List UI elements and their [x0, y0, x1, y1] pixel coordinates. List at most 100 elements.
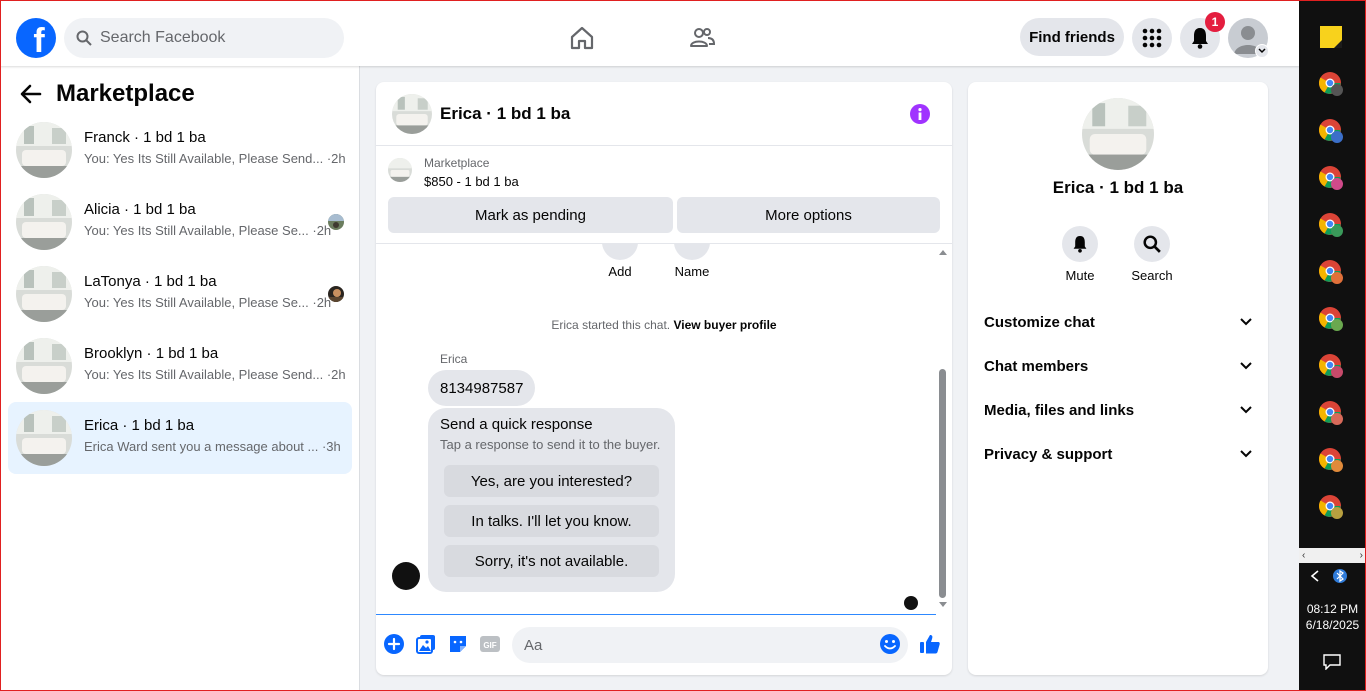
chat-members-row[interactable]: Chat members	[984, 348, 1252, 384]
chrome-profile-icon[interactable]	[1318, 165, 1344, 191]
listing-thumbnail	[16, 410, 72, 466]
gif-icon[interactable]: GIF	[479, 633, 501, 655]
listing-banner: Marketplace $850 - 1 bd 1 ba Mark as pen…	[376, 146, 952, 244]
sticker-icon[interactable]	[447, 633, 469, 655]
privacy-support-row[interactable]: Privacy & support	[984, 436, 1252, 472]
listing-price[interactable]: $850 - 1 bd 1 ba	[424, 174, 519, 189]
conversation-item-active[interactable]: Erica · 1 bd 1 ba Erica Ward sent you a …	[8, 402, 352, 474]
sticky-notes-icon[interactable]	[1318, 24, 1344, 50]
chevron-down-icon	[1258, 48, 1266, 54]
view-buyer-profile-link[interactable]: View buyer profile	[673, 318, 776, 332]
conversation-preview: Erica Ward sent you a message about ... …	[84, 439, 341, 454]
media-files-links-row[interactable]: Media, files and links	[984, 392, 1252, 428]
add-util[interactable]: Add	[602, 244, 638, 279]
taskbar-scroller[interactable]: ‹ ›	[1299, 548, 1366, 563]
scroll-left-icon[interactable]: ‹	[1302, 550, 1305, 561]
photo-icon[interactable]	[415, 633, 437, 655]
menu-button[interactable]	[1132, 18, 1172, 58]
chat-thumbnail[interactable]	[392, 94, 432, 134]
chrome-profile-icon[interactable]	[1318, 400, 1344, 426]
listing-thumbnail	[16, 266, 72, 322]
quick-response-title: Send a quick response	[440, 416, 593, 433]
conversation-name: Franck · 1 bd 1 ba	[84, 129, 206, 146]
search-input[interactable]	[100, 29, 320, 47]
chrome-profile-icon[interactable]	[1318, 259, 1344, 285]
chrome-profile-icon[interactable]	[1318, 118, 1344, 144]
thumbs-up-icon[interactable]	[919, 633, 941, 655]
top-navigation-bar: f Find friends 1	[0, 0, 1299, 66]
scroll-down-icon[interactable]	[938, 601, 948, 609]
back-arrow-icon[interactable]	[20, 84, 42, 104]
search-action[interactable]: Search	[1122, 226, 1182, 283]
listing-thumbnail	[16, 338, 72, 394]
conversation-item[interactable]: LaTonya · 1 bd 1 ba You: Yes Its Still A…	[8, 262, 352, 326]
quick-response-button[interactable]: Yes, are you interested?	[444, 465, 659, 497]
conversation-preview: You: Yes Its Still Available, Please Sen…	[84, 151, 346, 166]
sender-avatar[interactable]	[392, 562, 420, 590]
notification-center-icon[interactable]	[1323, 654, 1341, 670]
chrome-profile-icon[interactable]	[1318, 71, 1344, 97]
add-icon	[602, 244, 638, 260]
conversation-preview: You: Yes Its Still Available, Please Se.…	[84, 295, 332, 310]
scroll-thumb[interactable]	[939, 369, 946, 598]
message-bubble[interactable]: 8134987587	[428, 370, 536, 406]
account-caret[interactable]	[1255, 44, 1269, 58]
plus-circle-icon[interactable]	[383, 633, 405, 655]
chat-started-text: Erica started this chat.	[551, 318, 671, 332]
info-icon[interactable]	[910, 104, 930, 124]
quick-response-card: Send a quick response Tap a response to …	[428, 408, 675, 592]
bluetooth-icon[interactable]	[1333, 568, 1347, 584]
mute-action[interactable]: Mute	[1050, 226, 1110, 283]
find-friends-button[interactable]: Find friends	[1020, 18, 1124, 56]
more-options-button[interactable]: More options	[677, 197, 940, 233]
tray-chevron-icon[interactable]	[1309, 569, 1321, 583]
listing-thumbnail	[16, 122, 72, 178]
section-label: Media, files and links	[984, 401, 1135, 419]
chrome-profile-icon[interactable]	[1318, 212, 1344, 238]
chat-title[interactable]: Erica · 1 bd 1 ba	[440, 104, 570, 124]
emoji-icon[interactable]	[879, 633, 901, 655]
conversation-item[interactable]: Alicia · 1 bd 1 ba You: Yes Its Still Av…	[8, 190, 352, 254]
search-label: Search	[1131, 268, 1173, 283]
facebook-logo-icon[interactable]: f	[16, 18, 56, 58]
section-label: Privacy & support	[984, 445, 1113, 463]
conversation-list-panel: Marketplace Franck · 1 bd 1 ba You: Yes …	[0, 66, 360, 691]
add-label: Add	[608, 264, 632, 279]
chat-header: Erica · 1 bd 1 ba	[376, 82, 952, 146]
details-name: Erica · 1 bd 1 ba	[1052, 178, 1184, 197]
mark-as-pending-button[interactable]: Mark as pending	[388, 197, 673, 233]
chat-started-notice: Erica started this chat. View buyer prof…	[376, 318, 952, 332]
conversation-item[interactable]: Franck · 1 bd 1 ba You: Yes Its Still Av…	[8, 118, 352, 182]
message-input[interactable]	[512, 627, 908, 663]
read-receipt-avatar	[904, 596, 918, 610]
system-clock[interactable]: 08:12 PM 6/18/2025	[1299, 601, 1366, 633]
grid-menu-icon	[1142, 28, 1162, 48]
chrome-profile-icon[interactable]	[1318, 306, 1344, 332]
clock-date: 6/18/2025	[1305, 618, 1360, 632]
listing-thumbnail[interactable]	[388, 158, 412, 182]
home-icon[interactable]	[568, 24, 596, 52]
quick-response-button[interactable]: In talks. I'll let you know.	[444, 505, 659, 537]
mute-bell-icon	[1062, 226, 1098, 262]
scroll-right-icon[interactable]: ›	[1360, 550, 1363, 561]
chrome-profile-icon[interactable]	[1318, 353, 1344, 379]
seen-avatar	[328, 286, 344, 302]
friends-icon[interactable]	[688, 24, 716, 52]
search-icon	[1134, 226, 1170, 262]
chrome-profile-icon[interactable]	[1318, 447, 1344, 473]
section-label: Chat members	[984, 357, 1089, 375]
chrome-profile-icon[interactable]	[1318, 494, 1344, 520]
chat-details-panel: Erica · 1 bd 1 ba Mute Search Customize …	[968, 82, 1268, 675]
chevron-down-icon	[1240, 406, 1252, 414]
panel-title: Marketplace	[56, 80, 195, 107]
chat-scrollbar[interactable]	[938, 244, 948, 614]
sender-name: Erica	[440, 352, 468, 366]
name-util[interactable]: Name	[668, 244, 716, 279]
conversation-item[interactable]: Brooklyn · 1 bd 1 ba You: Yes Its Still …	[8, 334, 352, 398]
customize-chat-row[interactable]: Customize chat	[984, 304, 1252, 340]
seen-avatar	[328, 214, 344, 230]
name-icon	[674, 244, 710, 260]
scroll-up-icon[interactable]	[938, 248, 948, 256]
quick-response-button[interactable]: Sorry, it's not available.	[444, 545, 659, 577]
search-box[interactable]	[64, 18, 344, 58]
